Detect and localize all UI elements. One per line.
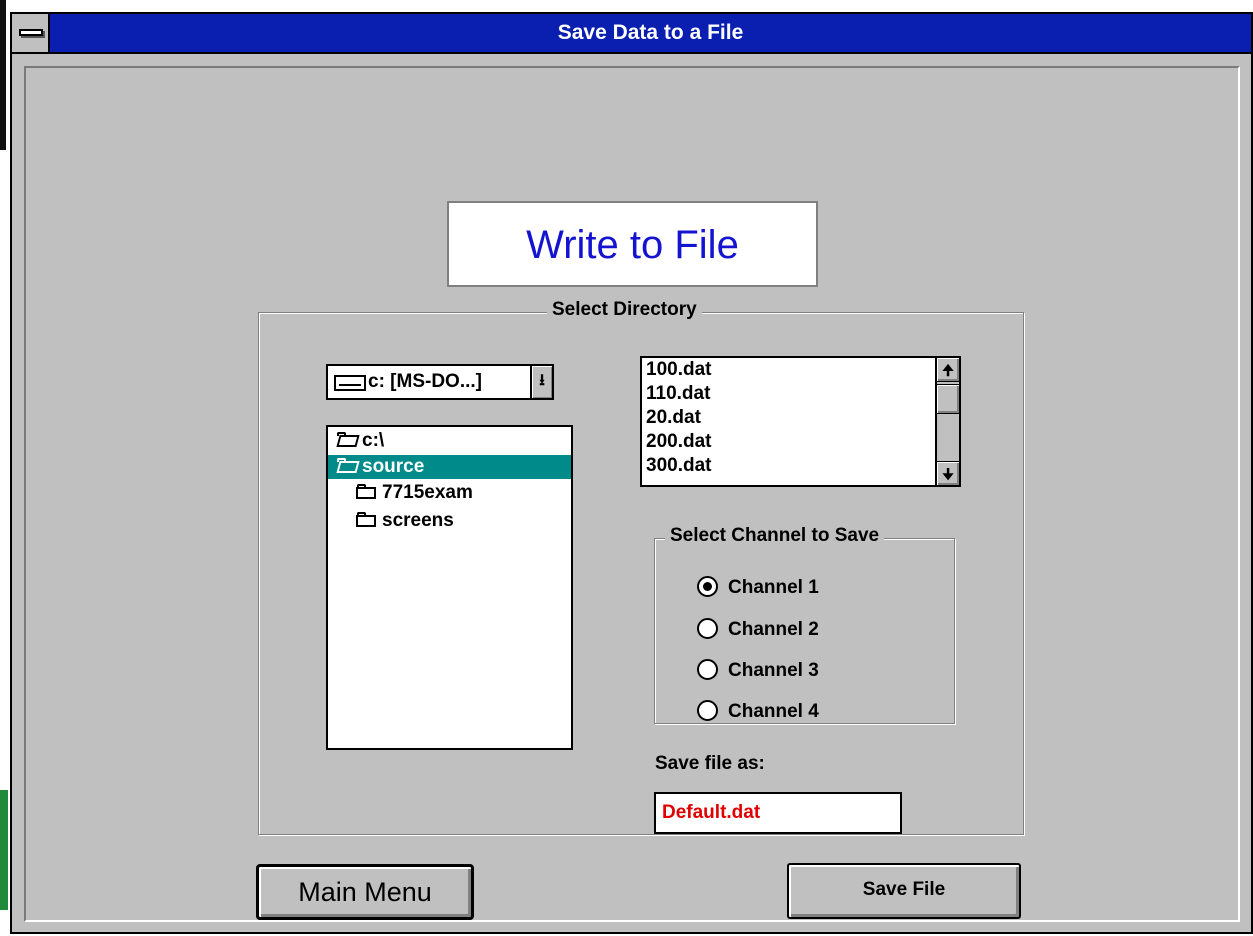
dir-item-7715exam[interactable]: 7715exam <box>356 481 556 505</box>
channel-label: Channel 4 <box>728 701 819 722</box>
folder-icon <box>356 512 378 527</box>
arrow-up-icon: 🠉 <box>942 362 954 378</box>
scroll-up-button[interactable]: 🠉 <box>937 358 959 382</box>
file-item[interactable]: 110.dat <box>646 382 710 406</box>
window-title: Save Data to a File <box>557 21 744 44</box>
scroll-thumb[interactable] <box>937 384 959 414</box>
client-area: Write to File Select Directory c: [MS-DO… <box>24 66 1240 922</box>
arrow-down-icon: 🠋 <box>942 466 954 482</box>
channel-4-radio[interactable]: Channel 4 <box>697 699 819 725</box>
select-channel-label: Select Channel to Save <box>665 525 885 547</box>
drive-icon <box>334 375 366 391</box>
heading-box: Write to File <box>447 201 818 287</box>
dir-item-label: source <box>362 456 425 477</box>
radio-icon <box>697 659 718 680</box>
system-menu-icon <box>19 29 43 36</box>
dir-item-source[interactable]: source <box>328 455 571 479</box>
select-channel-group: Select Channel to Save Channel 1 Channel… <box>654 525 955 725</box>
file-item[interactable]: 300.dat <box>646 454 711 478</box>
select-directory-label: Select Directory <box>547 299 702 321</box>
drive-select[interactable]: c: [MS-DO...] ⭳ <box>326 364 554 400</box>
dir-item-label: screens <box>382 510 454 531</box>
save-file-button[interactable]: Save File <box>787 863 1021 919</box>
file-list-scrollbar[interactable]: 🠉 🠋 <box>935 358 959 485</box>
main-menu-button[interactable]: Main Menu <box>256 864 474 920</box>
file-list[interactable]: 100.dat 110.dat 20.dat 200.dat 300.dat 🠉… <box>640 356 961 487</box>
drive-dropdown-button[interactable]: ⭳ <box>530 366 552 398</box>
open-folder-icon <box>336 458 360 473</box>
radio-icon <box>697 700 718 721</box>
dir-item-screens[interactable]: screens <box>356 509 556 533</box>
chevron-down-icon: ⭳ <box>539 372 545 389</box>
channel-2-radio[interactable]: Channel 2 <box>697 617 819 643</box>
radio-selected-icon <box>697 576 718 597</box>
channel-label: Channel 1 <box>728 577 819 598</box>
save-data-window: Save Data to a File Write to File Select… <box>10 12 1253 934</box>
folder-icon <box>356 484 378 499</box>
file-item[interactable]: 200.dat <box>646 430 711 454</box>
dir-item-label: 7715exam <box>382 482 473 503</box>
page-heading: Write to File <box>526 223 739 267</box>
dir-item-root[interactable]: c:\ <box>336 429 556 453</box>
desktop-edge-dark <box>0 0 6 150</box>
radio-icon <box>697 618 718 639</box>
system-menu-button[interactable] <box>12 14 50 52</box>
dir-item-label: c:\ <box>362 430 385 451</box>
file-item[interactable]: 100.dat <box>646 358 711 382</box>
channel-1-radio[interactable]: Channel 1 <box>697 575 819 601</box>
file-item[interactable]: 20.dat <box>646 406 701 430</box>
channel-3-radio[interactable]: Channel 3 <box>697 658 819 684</box>
save-file-as-label: Save file as: <box>655 753 765 774</box>
title-bar[interactable]: Save Data to a File <box>12 14 1251 54</box>
scroll-down-button[interactable]: 🠋 <box>937 461 959 485</box>
desktop-edge-green <box>0 790 8 910</box>
drive-value: c: [MS-DO...] <box>368 371 482 392</box>
desktop-edge <box>0 0 10 936</box>
channel-label: Channel 3 <box>728 660 819 681</box>
directory-tree[interactable]: c:\ source 7715exam screens <box>326 425 573 750</box>
channel-label: Channel 2 <box>728 619 819 640</box>
open-folder-icon <box>336 432 360 447</box>
filename-input[interactable]: Default.dat <box>654 792 902 834</box>
